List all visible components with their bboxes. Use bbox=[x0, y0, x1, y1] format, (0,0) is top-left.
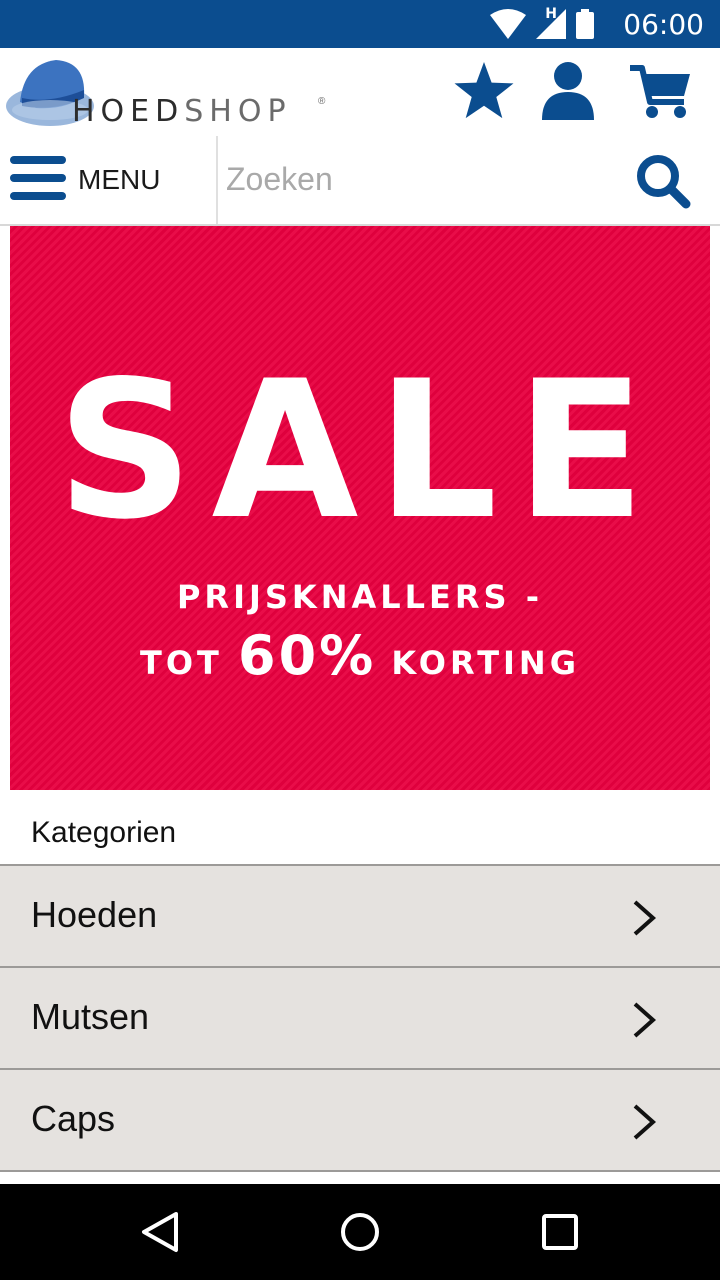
hamburger-menu-icon bbox=[10, 156, 66, 200]
home-icon[interactable] bbox=[336, 1208, 384, 1256]
sale-headline-text: SALE bbox=[57, 340, 664, 561]
account-user-icon bbox=[542, 62, 594, 120]
clock: 06:00 bbox=[623, 8, 704, 41]
category-list: Hoeden Mutsen Caps bbox=[0, 864, 720, 1172]
chevron-right-icon bbox=[633, 900, 657, 936]
promo-line-1: PRIJSKNALLERS - bbox=[176, 578, 544, 616]
category-item-hoeden[interactable]: Hoeden bbox=[0, 864, 720, 966]
wifi-icon bbox=[490, 9, 526, 39]
search-bar: MENU bbox=[0, 136, 720, 226]
cell-signal-icon bbox=[536, 9, 566, 39]
promo-line-2: TOT 60% KORTING bbox=[140, 624, 580, 687]
system-nav-bar bbox=[0, 1184, 720, 1280]
divider bbox=[216, 136, 218, 224]
chevron-right-icon bbox=[633, 1104, 657, 1140]
registered-mark: ® bbox=[318, 96, 326, 107]
recents-icon[interactable] bbox=[536, 1208, 584, 1256]
category-label: Mutsen bbox=[31, 996, 150, 1037]
favorites-button[interactable] bbox=[452, 58, 516, 122]
hoedshop-logo[interactable]: HOEDSHOP ® bbox=[6, 56, 336, 130]
logo-wordmark: HOEDSHOP bbox=[72, 94, 292, 129]
favorites-star-icon bbox=[454, 62, 514, 119]
category-label: Hoeden bbox=[31, 894, 158, 935]
menu-label: MENU bbox=[78, 164, 161, 195]
list-divider bbox=[0, 1170, 720, 1172]
app-header: HOEDSHOP ® bbox=[0, 48, 720, 136]
sale-headline: SALE bbox=[57, 340, 664, 561]
cart-button[interactable] bbox=[628, 58, 692, 122]
category-label: Caps bbox=[31, 1098, 116, 1139]
chevron-right-icon bbox=[633, 1002, 657, 1038]
categories-heading: Kategorien bbox=[31, 816, 177, 849]
status-bar: H 06:00 bbox=[0, 0, 720, 48]
account-button[interactable] bbox=[536, 58, 600, 122]
search-input[interactable] bbox=[226, 154, 616, 204]
search-button[interactable] bbox=[632, 150, 696, 214]
category-item-mutsen[interactable]: Mutsen bbox=[0, 966, 720, 1068]
menu-button[interactable]: MENU bbox=[0, 136, 216, 224]
back-icon[interactable] bbox=[136, 1208, 184, 1256]
category-item-caps[interactable]: Caps bbox=[0, 1068, 720, 1170]
search-icon bbox=[637, 155, 691, 209]
shopping-cart-icon bbox=[630, 65, 690, 118]
status-icons bbox=[490, 6, 594, 42]
battery-icon bbox=[576, 9, 594, 39]
sale-banner[interactable]: SALE PRIJSKNALLERS - TOT 60% KORTING bbox=[10, 226, 710, 790]
discount-value: 60% bbox=[238, 624, 377, 687]
